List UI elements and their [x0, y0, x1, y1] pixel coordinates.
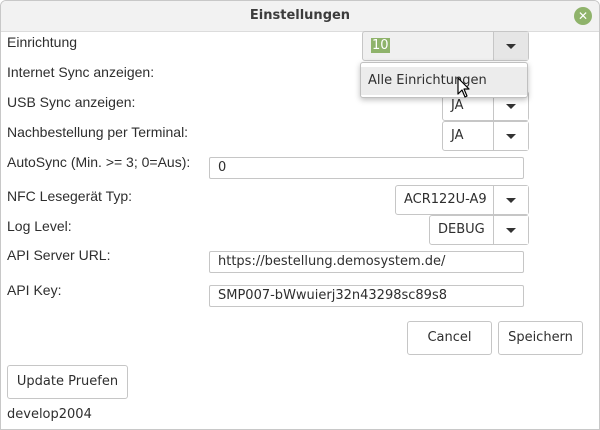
einrichtung-combo[interactable]: 10	[362, 31, 529, 61]
nachbestellung-value: JA	[451, 128, 464, 143]
cancel-button[interactable]: Cancel	[407, 321, 492, 355]
nachbestellung-label: Nachbestellung per Terminal:	[7, 124, 189, 140]
api-url-label: API Server URL:	[7, 247, 111, 263]
dropdown-item-alle-einrichtungen[interactable]: Alle Einrichtungen	[361, 67, 527, 95]
nfc-combo[interactable]: ACR122U-A9	[395, 185, 529, 215]
chevron-down-icon[interactable]	[493, 186, 528, 214]
window-title: Einstellungen	[249, 8, 351, 23]
nfc-label: NFC Lesegerät Typ:	[7, 188, 133, 204]
chevron-down-icon[interactable]	[493, 32, 528, 60]
close-icon[interactable]: ✕	[574, 7, 592, 25]
chevron-down-icon[interactable]	[493, 122, 528, 150]
usb-sync-label: USB Sync anzeigen:	[7, 94, 136, 110]
nfc-value: ACR122U-A9	[404, 192, 487, 207]
einrichtung-dropdown: Alle Einrichtungen	[360, 62, 528, 98]
autosync-label: AutoSync (Min. >= 3; 0=Aus):	[7, 154, 191, 170]
nachbestellung-combo[interactable]: JA	[442, 121, 529, 151]
internet-sync-label: Internet Sync anzeigen:	[7, 64, 155, 80]
einrichtung-label: Einrichtung	[7, 34, 78, 50]
log-level-value: DEBUG	[438, 222, 485, 237]
update-check-button[interactable]: Update Pruefen	[7, 365, 128, 399]
api-key-label: API Key:	[7, 282, 62, 298]
api-url-input[interactable]: https://bestellung.demosystem.de/	[209, 251, 524, 273]
api-key-input[interactable]: SMP007-bWwuierj32n43298sc89s8	[209, 285, 524, 307]
title-bar: Einstellungen ✕	[1, 1, 599, 32]
log-level-combo[interactable]: DEBUG	[429, 215, 529, 245]
save-button[interactable]: Speichern	[498, 321, 583, 355]
autosync-input[interactable]: 0	[209, 157, 524, 179]
log-level-label: Log Level:	[7, 218, 72, 234]
einrichtung-value[interactable]: 10	[371, 38, 390, 53]
version-label: develop2004	[7, 407, 92, 422]
mouse-cursor-icon	[457, 77, 470, 98]
chevron-down-icon[interactable]	[493, 216, 528, 244]
